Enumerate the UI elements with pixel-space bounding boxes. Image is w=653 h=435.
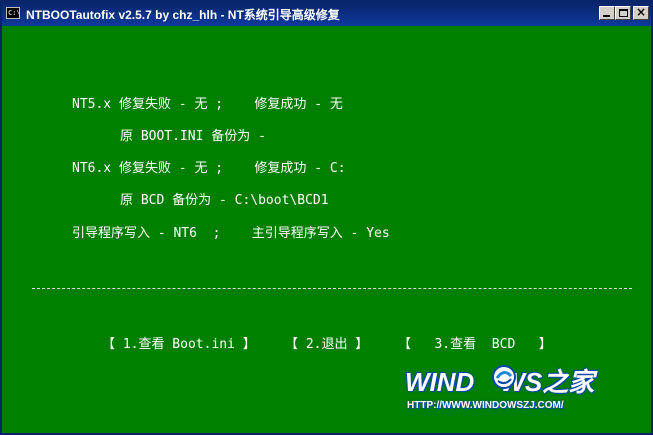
nt5-status-line: NT5.x 修复失败 - 无 ; 修复成功 - 无 [72, 97, 343, 112]
maximize-button[interactable] [615, 6, 631, 20]
logo-url: HTTP://WWW.WINDOWSZJ.COM/ [407, 400, 564, 411]
logo-text-left: WIND [405, 367, 475, 397]
console-window: C:\ NTBOOTautofix v2.5.7 by chz_hlh - NT… [0, 0, 653, 435]
title-bar[interactable]: C:\ NTBOOTautofix v2.5.7 by chz_hlh - NT… [2, 2, 651, 26]
logo-swirl-icon [492, 365, 516, 389]
window-title: NTBOOTautofix v2.5.7 by chz_hlh - NT系统引导… [26, 8, 340, 22]
close-button[interactable]: × [633, 5, 649, 20]
exit-button[interactable]: 【 2.退出 】 [285, 333, 368, 352]
console-output: NT5.x 修复失败 - 无 ; 修复成功 - 无 原 BOOT.INI 备份为… [2, 26, 651, 433]
minimize-button[interactable] [599, 6, 615, 20]
minimize-icon [603, 15, 610, 17]
close-icon: × [635, 5, 647, 19]
view-bcd-button[interactable]: 【 3.查看 BCD 】 [398, 333, 552, 352]
windowszj-logo: WIND WS之家 HTTP://WWW.WINDOWSZJ.COM/ [405, 362, 613, 418]
nt6-status-line: NT6.x 修复失败 - 无 ; 修复成功 - C: [72, 161, 346, 176]
console-icon[interactable]: C:\ [6, 7, 21, 19]
nt6-backup-line: 原 BCD 备份为 - C:\boot\BCD1 [120, 193, 329, 208]
nt5-backup-line: 原 BOOT.INI 备份为 - [120, 129, 266, 144]
maximize-icon [619, 9, 628, 17]
view-bootini-button[interactable]: 【 1.查看 Boot.ini 】 [102, 333, 256, 352]
separator [32, 288, 632, 289]
boot-write-line: 引导程序写入 - NT6 ; 主引导程序写入 - Yes [72, 226, 390, 241]
